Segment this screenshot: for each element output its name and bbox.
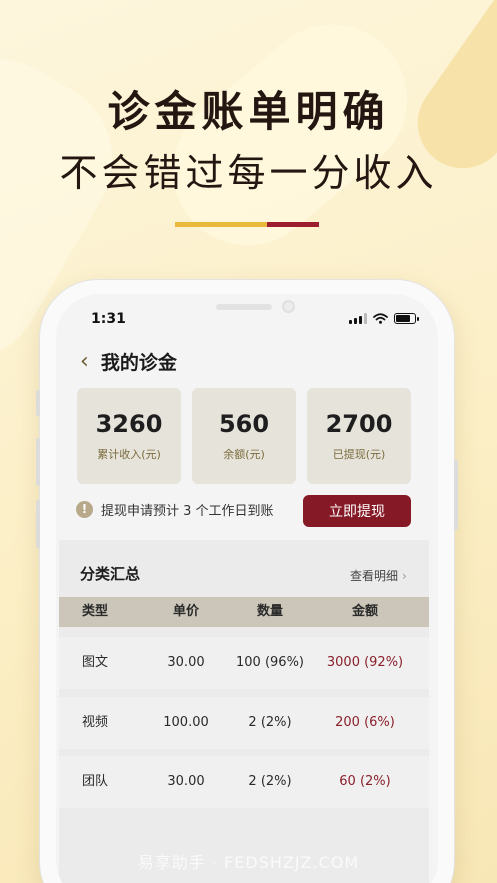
table-row[interactable]: 团队 30.00 2 (2%) 60 (2%)	[59, 756, 429, 808]
table-row[interactable]: 视频 100.00 2 (2%) 200 (6%)	[59, 697, 429, 749]
stat-label: 已提现(元)	[332, 448, 386, 461]
signal-icon	[349, 313, 367, 324]
stat-card-balance: 560 余额(元)	[192, 388, 296, 484]
phone-mute-switch	[36, 390, 40, 416]
view-details-link[interactable]: 查看明细 ›	[350, 567, 407, 584]
stat-value: 3260	[95, 410, 163, 438]
summary-title: 分类汇总	[80, 565, 141, 583]
app-screen: 1:31 ‹ 我的诊金 3260 累计收入(元) 560 余额(元) 2700 …	[56, 294, 438, 883]
nav-bar: ‹ 我的诊金	[80, 348, 177, 375]
withdraw-now-button[interactable]: 立即提现	[303, 495, 411, 527]
stat-label: 余额(元)	[223, 448, 265, 461]
battery-icon	[394, 313, 419, 324]
column-header-type: 类型	[82, 604, 109, 619]
info-icon: !	[76, 501, 93, 518]
accent-bar-gold	[175, 222, 267, 227]
notice-text: 提现申请预计 3 个工作日到账	[101, 504, 274, 519]
table-row[interactable]: 图文 30.00 100 (96%) 3000 (92%)	[59, 637, 429, 689]
stat-label: 累计收入(元)	[97, 448, 161, 461]
stat-value: 560	[218, 410, 270, 438]
stat-card-withdrawn: 2700 已提现(元)	[307, 388, 411, 484]
page-title: 我的诊金	[100, 352, 177, 374]
category-summary: 分类汇总 查看明细 › 类型 单价 数量 金额 图文 30.00 100 (96%…	[59, 540, 429, 883]
phone-frame: 1:31 ‹ 我的诊金 3260 累计收入(元) 560 余额(元) 2700 …	[36, 280, 458, 883]
speaker-grille	[216, 304, 272, 310]
summary-header: 分类汇总 查看明细 ›	[59, 540, 429, 598]
phone-volume-up	[36, 438, 40, 486]
accent-bar-red	[267, 222, 319, 227]
promo-subheadline: 不会错过每一分收入	[59, 151, 438, 195]
phone-power-button	[454, 460, 458, 530]
row-type: 团队	[82, 774, 109, 789]
view-details-label: 查看明细	[350, 569, 399, 583]
table-header: 类型 单价 数量 金额	[59, 597, 429, 627]
phone-volume-down	[36, 500, 40, 548]
chevron-right-icon: ›	[402, 569, 407, 583]
stat-value: 2700	[325, 410, 393, 438]
stat-card-total-income: 3260 累计收入(元)	[77, 388, 181, 484]
status-icons	[349, 313, 419, 324]
promo-headline: 诊金账单明确	[107, 87, 390, 136]
row-type: 视频	[82, 715, 109, 730]
withdraw-notice: ! 提现申请预计 3 个工作日到账	[76, 500, 274, 519]
watermark: 易享助手 · FEDSHZJZ.COM	[137, 853, 360, 872]
status-time: 1:31	[91, 311, 126, 327]
row-type: 图文	[82, 655, 109, 670]
chevron-left-icon[interactable]: ‹	[80, 350, 89, 373]
wifi-icon	[373, 313, 388, 324]
front-camera	[282, 300, 295, 313]
